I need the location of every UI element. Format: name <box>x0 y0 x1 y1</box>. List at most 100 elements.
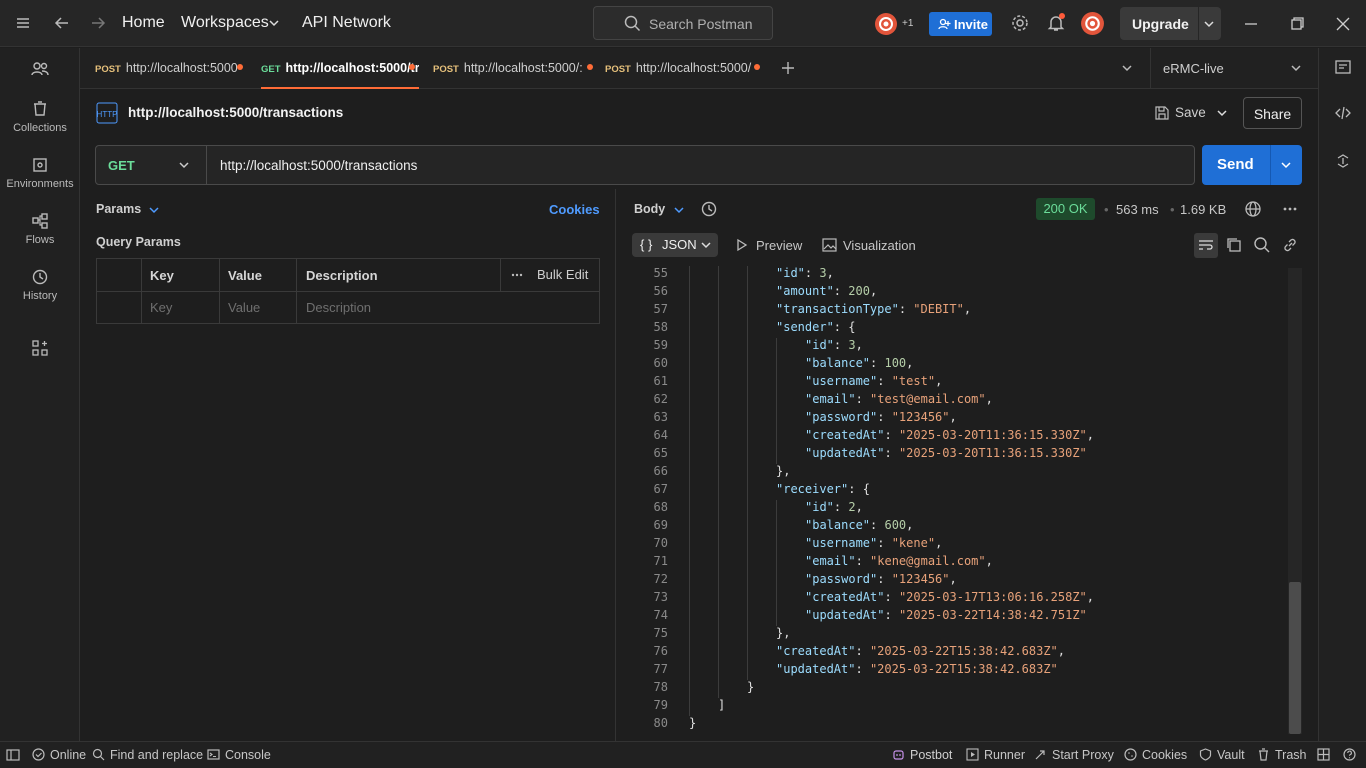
code-text: "password": "123456", <box>805 410 957 424</box>
sidebar-item-environments[interactable]: Environments <box>0 156 80 190</box>
visualization-tab[interactable]: Visualization <box>843 238 916 253</box>
indent-guide <box>718 626 719 644</box>
share-button[interactable]: Share <box>1243 97 1302 129</box>
online-status[interactable]: Online <box>32 748 86 762</box>
environment-quick-look-icon[interactable] <box>1334 58 1352 76</box>
code-text: "transactionType": "DEBIT", <box>776 302 972 316</box>
unsaved-dot-icon <box>587 64 593 70</box>
chevron-down-icon[interactable] <box>1280 159 1292 171</box>
tab-request-active[interactable]: GET http://localhost:5000/tr <box>261 48 419 89</box>
send-separator <box>1270 145 1271 185</box>
cookies-link[interactable]: Cookies <box>549 202 600 217</box>
tab-request[interactable]: POST http://localhost:5000/: <box>433 48 596 89</box>
indent-guide <box>718 554 719 572</box>
related-collections-icon[interactable] <box>1334 152 1352 170</box>
copy-icon[interactable] <box>1225 236 1245 256</box>
chevron-down-icon[interactable] <box>148 204 160 216</box>
indent-guide <box>689 572 690 590</box>
indent-guide <box>718 608 719 626</box>
request-title[interactable]: http://localhost:5000/transactions <box>128 105 343 120</box>
runner-play-icon <box>966 748 979 761</box>
layout-grid-icon[interactable] <box>1317 748 1330 761</box>
method-select[interactable]: GET <box>96 146 207 184</box>
sidebar-item-label: Flows <box>25 234 55 246</box>
wrap-lines-button[interactable] <box>1194 233 1218 258</box>
line-number: 59 <box>653 338 668 352</box>
value-input[interactable]: Value <box>228 300 260 315</box>
indent-guide <box>689 698 690 716</box>
response-size[interactable]: 1.69 KB <box>1180 202 1226 217</box>
console-button[interactable]: Console <box>207 748 271 762</box>
response-history-icon[interactable] <box>700 200 718 218</box>
code-text: "amount": 200, <box>776 284 878 298</box>
more-options-icon[interactable] <box>1282 206 1298 212</box>
new-tab-plus-icon[interactable] <box>780 60 796 76</box>
response-body-tab[interactable]: Body <box>634 202 665 216</box>
collaborator-avatar-icon[interactable] <box>874 12 898 36</box>
menu-icon[interactable] <box>12 12 34 34</box>
status-badge[interactable]: 200 OK <box>1036 198 1095 220</box>
tab-request[interactable]: POST http://localhost:5000 <box>95 48 250 89</box>
settings-gear-icon[interactable] <box>1009 12 1031 34</box>
tab-request[interactable]: POST http://localhost:5000/ <box>605 48 765 89</box>
chevron-down-icon[interactable] <box>1203 18 1215 30</box>
more-dots-icon[interactable] <box>511 272 523 278</box>
format-select[interactable]: { } JSON <box>632 233 718 257</box>
back-arrow-icon[interactable] <box>51 12 73 34</box>
indent-guide <box>718 302 719 320</box>
code-snippet-icon[interactable] <box>1334 104 1352 122</box>
chevron-down-icon <box>268 17 280 29</box>
indent-guide <box>689 500 690 518</box>
code-scrollbar-thumb[interactable] <box>1289 582 1301 734</box>
environment-selector[interactable]: eRMC-live <box>1151 48 1309 88</box>
code-line: 60 "balance": 100, <box>616 356 1296 374</box>
preview-tab[interactable]: Preview <box>756 238 802 253</box>
trash-button[interactable]: Trash <box>1257 748 1307 762</box>
send-button[interactable]: Send <box>1202 145 1302 185</box>
tabs-overflow-chevron-icon[interactable] <box>1121 62 1133 74</box>
indent-guide <box>747 446 748 464</box>
configure-sidebar-icon[interactable] <box>31 339 49 357</box>
runner-button[interactable]: Runner <box>966 748 1025 762</box>
cookies-button[interactable]: Cookies <box>1124 748 1187 762</box>
notification-bell-icon[interactable] <box>1045 12 1067 34</box>
chevron-down-icon[interactable] <box>673 204 685 216</box>
response-time[interactable]: 563 ms <box>1116 202 1159 217</box>
bulk-edit-button[interactable]: Bulk Edit <box>537 267 588 282</box>
key-input[interactable]: Key <box>150 300 172 315</box>
vault-button[interactable]: Vault <box>1199 748 1245 762</box>
nav-home[interactable]: Home <box>122 14 165 32</box>
postbot-button[interactable]: Postbot <box>892 748 952 762</box>
find-replace-button[interactable]: Find and replace <box>92 748 203 762</box>
indent-guide <box>718 374 719 392</box>
params-tab[interactable]: Params <box>96 202 141 216</box>
nav-workspaces[interactable]: Workspaces <box>181 14 269 32</box>
minimize-icon[interactable] <box>1239 12 1263 36</box>
url-input[interactable]: http://localhost:5000/transactions <box>220 158 417 173</box>
tab-url: http://localhost:5000/tr <box>285 61 419 75</box>
save-button[interactable]: Save <box>1150 98 1234 128</box>
forward-arrow-icon[interactable] <box>87 12 109 34</box>
description-input[interactable]: Description <box>306 300 371 315</box>
sidebar-item-collections[interactable]: Collections <box>0 100 80 134</box>
close-icon[interactable] <box>1331 12 1355 36</box>
help-icon[interactable] <box>1343 748 1356 761</box>
invite-button[interactable]: Invite <box>929 12 992 36</box>
chevron-down-icon[interactable] <box>1216 107 1228 119</box>
sidebar-item-flows[interactable]: Flows <box>0 212 80 246</box>
search-box[interactable]: Search Postman <box>593 6 773 40</box>
globe-icon[interactable] <box>1244 200 1262 218</box>
nav-api-network[interactable]: API Network <box>302 14 391 32</box>
upgrade-button[interactable]: Upgrade <box>1120 7 1221 40</box>
response-json-viewer[interactable]: 55 "id": 3, 56 "amount": 200, 57 "transaction… <box>616 266 1302 740</box>
restore-window-icon[interactable] <box>1285 12 1309 36</box>
collections-icon <box>0 100 80 118</box>
start-proxy-button[interactable]: Start Proxy <box>1034 748 1114 762</box>
user-avatar-icon[interactable] <box>1080 11 1105 36</box>
workspace-team-icon[interactable] <box>30 59 50 79</box>
search-icon[interactable] <box>1253 236 1273 256</box>
toggle-sidebar-icon[interactable] <box>6 748 20 762</box>
link-icon[interactable] <box>1281 236 1301 256</box>
line-number: 63 <box>653 410 668 424</box>
sidebar-item-history[interactable]: History <box>0 268 80 302</box>
